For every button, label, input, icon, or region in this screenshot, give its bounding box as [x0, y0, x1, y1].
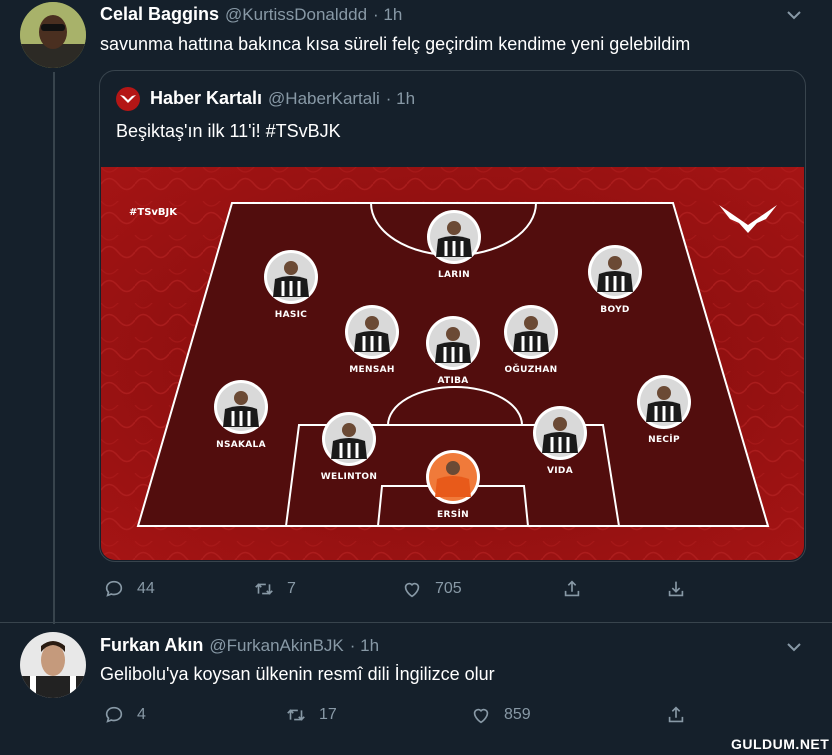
like-button[interactable]: 705 [401, 578, 462, 600]
player-name: ERSİN [437, 509, 469, 520]
retweet-button[interactable]: 17 [285, 704, 337, 726]
tweet-text: savunma hattına bakınca kısa süreli felç… [100, 34, 691, 54]
player-name: MENSAH [349, 365, 394, 375]
share-icon [668, 706, 684, 723]
download-button[interactable] [665, 578, 687, 600]
share-button[interactable] [665, 704, 687, 726]
chevron-down-icon[interactable] [786, 8, 802, 24]
retweet-icon [255, 583, 273, 595]
tweet-text: Gelibolu'ya koysan ülkenin resmî dili İn… [100, 664, 495, 684]
reply-count: 44 [137, 580, 155, 597]
reply-icon [105, 706, 123, 723]
share-icon [564, 580, 580, 597]
retweet-button[interactable]: 7 [253, 578, 296, 600]
reply-button[interactable]: 4 [103, 704, 146, 726]
author-handle[interactable]: @FurkanAkinBJK [209, 636, 343, 656]
reply-icon [105, 580, 123, 597]
tweet1-header: Celal Baggins @KurtissDonalddd · 1h [100, 4, 402, 25]
quoted-avatar[interactable] [116, 87, 140, 111]
avatar-furkan[interactable] [20, 632, 86, 698]
retweet-count: 7 [287, 580, 296, 597]
player-token: NSAKALA [214, 380, 268, 450]
player-name: NECİP [648, 434, 680, 445]
player-name: HASIC [275, 310, 308, 320]
player-token: MENSAH [345, 305, 399, 375]
tweet-time[interactable]: · 1h [350, 636, 379, 656]
quoted-text: Beşiktaş'ın ilk 11'i! #TSvBJK [116, 121, 341, 141]
player-name: NSAKALA [216, 440, 266, 450]
tweet-time[interactable]: · 1h [373, 5, 402, 25]
like-count: 859 [504, 706, 531, 723]
player-token: WELINTON [321, 412, 377, 482]
like-icon [404, 582, 420, 598]
thread-line [53, 72, 55, 624]
tweet-divider [0, 622, 832, 623]
quoted-author-handle[interactable]: @HaberKartali [268, 89, 380, 109]
like-button[interactable]: 859 [470, 704, 531, 726]
like-icon [473, 708, 489, 724]
share-button[interactable] [561, 578, 583, 600]
author-name[interactable]: Furkan Akın [100, 635, 203, 656]
retweet-count: 17 [319, 706, 337, 723]
quoted-tweet-time[interactable]: · 1h [386, 89, 415, 109]
watermark: GULDUM.NET [731, 736, 830, 752]
hashtag-label: #TSvBJK [129, 207, 178, 218]
retweet-icon [287, 709, 305, 721]
like-count: 705 [435, 580, 462, 597]
avatar-celal[interactable] [20, 2, 86, 68]
player-name: ATIBA [437, 376, 468, 386]
author-handle[interactable]: @KurtissDonalddd [225, 5, 367, 25]
author-name[interactable]: Celal Baggins [100, 4, 219, 25]
tweet2-header: Furkan Akın @FurkanAkinBJK · 1h [100, 635, 379, 656]
player-name: VIDA [547, 466, 573, 476]
player-name: BOYD [600, 305, 629, 315]
player-name: WELINTON [321, 472, 377, 482]
player-name: OĞUZHAN [504, 363, 557, 375]
quoted-header: Haber Kartalı @HaberKartali · 1h [150, 88, 415, 109]
lineup-image[interactable]: #TSvBJK LARIN HASIC BOYD MENSAH ATIBA OĞUZHAN… [101, 167, 804, 560]
quoted-author-name[interactable]: Haber Kartalı [150, 88, 262, 109]
quoted-tweet-card[interactable]: Haber Kartalı @HaberKartali · 1h Beşikta… [99, 70, 806, 562]
reply-count: 4 [137, 706, 146, 723]
player-name: LARIN [438, 270, 470, 280]
chevron-down-icon[interactable] [786, 640, 802, 656]
download-icon [668, 581, 684, 597]
reply-button[interactable]: 44 [103, 578, 155, 600]
player-token: OĞUZHAN [504, 305, 558, 375]
